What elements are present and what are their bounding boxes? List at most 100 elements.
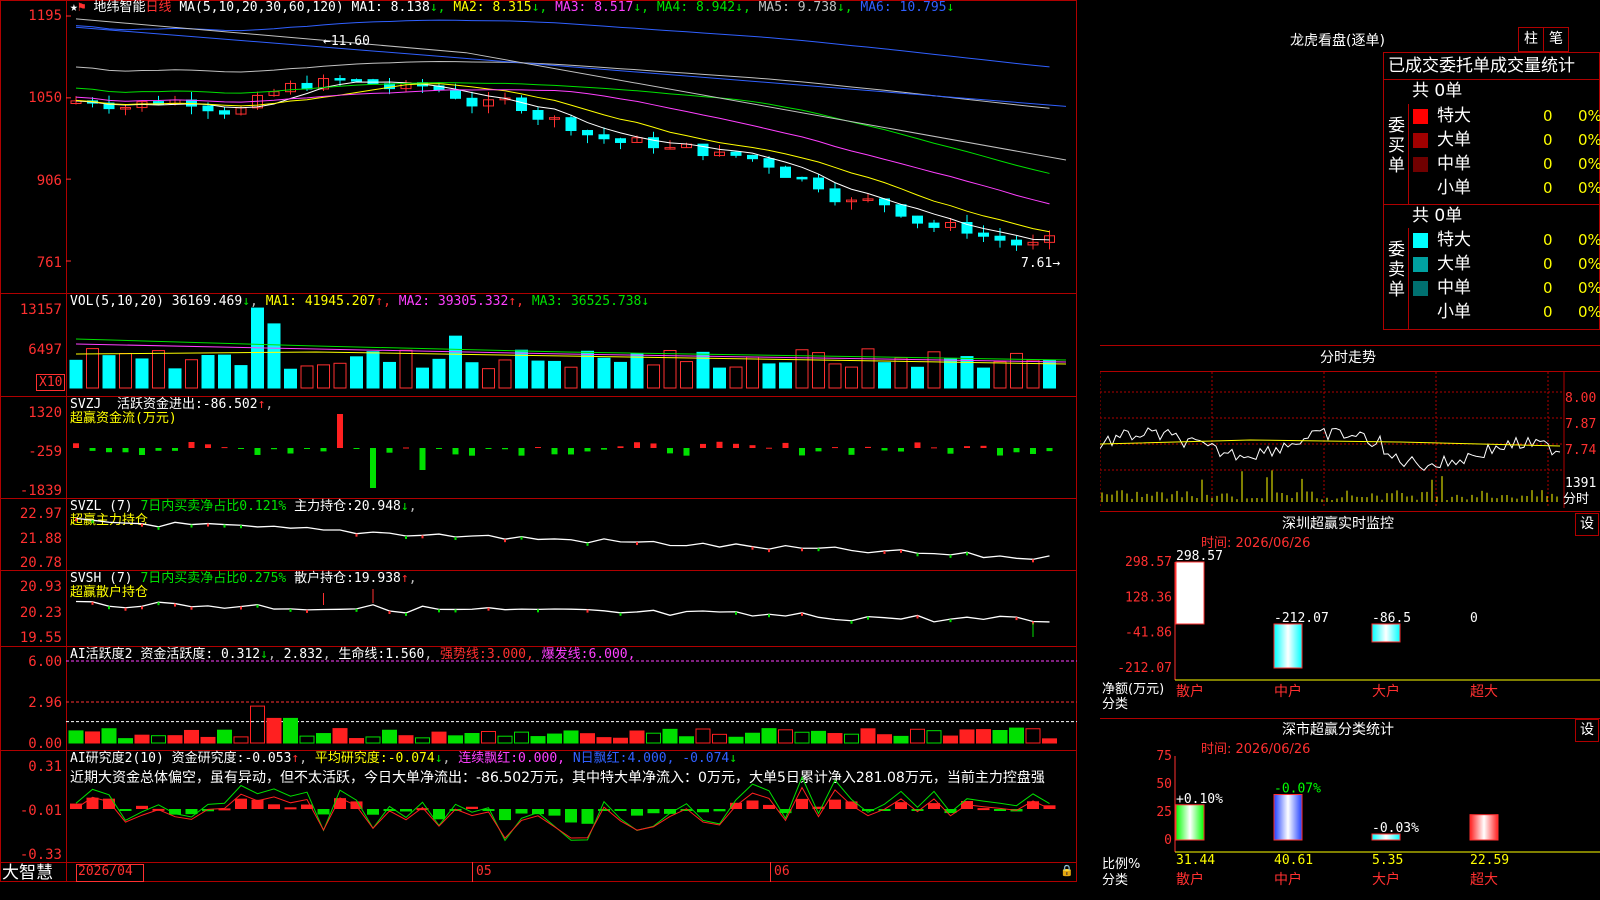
order-pct: 0% [1578,179,1600,197]
axis-label: 净额(万元) [1102,682,1165,697]
volume-bar [911,366,924,389]
bar-value-label: 0 [1470,611,1478,626]
research-bar [895,802,907,809]
active-bar [431,731,447,744]
ai-active-chart[interactable] [66,647,1077,750]
ma-line [75,82,1050,174]
research-bar [713,809,726,812]
holding-tick [850,620,853,624]
y-tick: -41.86 [1125,626,1172,641]
bar-value-label: -212.07 [1274,611,1329,626]
candle [730,151,742,156]
research-bar [647,809,660,814]
order-size-name: 小单 [1437,302,1471,322]
intraday-title: 分时走势 [1320,350,1376,366]
tab-filled[interactable]: 已成交 [1388,56,1439,76]
bar-value-label: 298.57 [1176,549,1223,564]
order-count: 0 [1543,179,1553,197]
holding-tick [900,549,902,553]
flow-bar [568,448,574,455]
holding-tick [949,554,952,558]
y-tick: 1195 [28,8,62,24]
y-tick: 7.87 [1565,417,1597,432]
bar-value-label: +0.10% [1176,792,1223,807]
divider [1408,104,1409,204]
active-bar [860,728,876,744]
volume-bar [234,365,248,389]
volume-bar [845,366,858,389]
y-tick: 298.57 [1125,555,1172,570]
active-bar [349,738,364,744]
kline-chart[interactable] [66,0,1077,293]
active-bar [316,733,331,744]
active-bar [943,735,958,744]
y-tick: -0.33 [19,847,62,863]
research-bar [235,798,247,809]
y-tick: 6497 [28,342,62,358]
sz-class-chart[interactable]: 75 50 25 0 +0.10% 散户 31.44 -0.07% 中户 40.61 -0.03% 大… [1100,748,1600,900]
bar-percent-label: 22.59 [1470,853,1509,868]
sz-monitor-chart[interactable]: 298.57 128.36 -41.86 -212.07 298.57 散户 -212.07… [1100,540,1600,718]
flow-bar [667,448,673,454]
active-bar [910,728,925,744]
intraday-chart[interactable] [1100,372,1600,508]
order-size-name: 特大 [1437,230,1471,250]
flow-bar [832,447,838,449]
svzl-chart[interactable] [66,499,1077,570]
candle [813,177,824,190]
candle [202,105,214,112]
active-bar [151,735,166,744]
svzj-chart[interactable] [66,397,1077,498]
holding-tick [174,603,176,607]
flow-bar [799,448,805,456]
flow-bar [1030,448,1036,454]
order-pct: 0% [1578,231,1600,249]
flow-bar [617,446,624,448]
active-bar [976,729,991,744]
monitor-settings-button[interactable]: 设 [1575,513,1599,536]
ai-research-chart[interactable] [66,751,1077,862]
lock-icon[interactable]: 🔒 [1060,864,1074,878]
tab-orders[interactable]: 委托单 [1439,56,1490,76]
class-settings-button[interactable]: 设 [1575,719,1599,742]
flow-bar [865,446,871,448]
holding-tick [108,606,110,610]
svsh-chart[interactable] [66,571,1077,646]
volume-bar [350,356,363,389]
research-bar [532,809,544,815]
flow-bar [139,448,145,455]
active-bar [134,734,150,744]
flow-bar [485,448,492,449]
candle [780,166,791,178]
flow-bar [403,447,409,449]
research-bar [136,805,148,809]
active-bar [1009,727,1024,744]
active-bar [1025,728,1041,744]
flow-bar [815,448,822,452]
order-size-swatch [1413,281,1428,296]
volume-bar [152,350,165,389]
bar-mode-button[interactable]: 柱 [1518,27,1544,52]
holding-tick [487,607,490,611]
active-bar [481,731,496,744]
holding-tick [636,542,638,546]
y-tick: -259 [28,444,62,460]
active-bar [217,729,232,744]
volume-chart[interactable] [66,294,1077,396]
active-bar [563,730,579,744]
holding-tick [817,548,820,552]
intraday-vol-unit: 分时 [1563,492,1590,507]
tick-mode-button[interactable]: 笔 [1543,27,1569,52]
active-bar [811,730,826,744]
volume-bar [284,368,297,389]
active-bar [266,717,282,744]
tab-volume-stats[interactable]: 成交量统计 [1490,56,1575,76]
order-count: 0 [1543,255,1553,273]
flow-bar [370,448,376,488]
category-label: 大户 [1372,871,1400,888]
order-pct: 0% [1578,303,1600,321]
active-bar [398,735,414,744]
holding-tick [240,525,242,529]
flow-bar [436,448,442,449]
holding-tick [75,518,77,522]
